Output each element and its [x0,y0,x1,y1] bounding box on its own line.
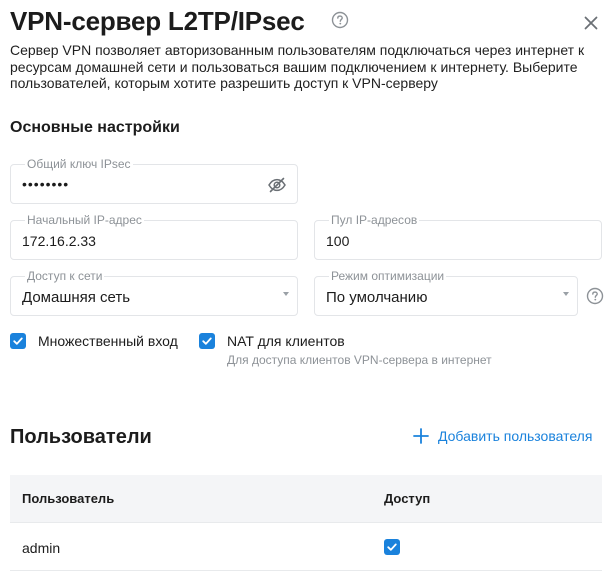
help-circle-icon[interactable] [586,287,604,305]
checkmark-icon [13,337,23,345]
psk-field[interactable]: Общий ключ IPsec •••••••• [10,157,298,204]
network-access-select[interactable]: Доступ к сети Домашняя сеть [10,269,298,316]
network-access-label: Доступ к сети [25,269,105,283]
multi-login-checkbox[interactable] [10,333,26,349]
ip-pool-label: Пул IP-адресов [329,213,420,227]
checkmark-icon [387,543,397,551]
table-row: admin [10,524,602,571]
add-user-button[interactable]: Добавить пользователя [413,428,592,444]
column-header-access: Доступ [384,491,431,506]
optimization-mode-value: По умолчанию [326,289,428,306]
chevron-down-icon [563,292,569,296]
user-access-checkbox[interactable] [384,539,400,555]
psk-value[interactable]: •••••••• [22,176,69,192]
ip-pool-field[interactable]: Пул IP-адресов 100 [314,213,602,260]
nat-hint: Для доступа клиентов VPN-сервера в интер… [227,353,492,367]
close-icon[interactable] [580,12,602,34]
eye-off-icon[interactable] [267,175,287,195]
multi-login-label: Множественный вход [38,333,178,349]
chevron-down-icon [283,292,289,296]
optimization-mode-select[interactable]: Режим оптимизации По умолчанию [314,269,578,316]
section-title-users: Пользователи [10,426,152,448]
add-user-label: Добавить пользователя [438,428,593,444]
plus-icon [413,428,429,444]
page-description: Сервер VPN позволяет авторизованным поль… [10,42,585,91]
user-name: admin [22,540,61,556]
network-access-value: Домашняя сеть [22,289,131,306]
start-ip-field[interactable]: Начальный IP-адрес 172.16.2.33 [10,213,298,260]
nat-checkbox[interactable] [199,333,215,349]
start-ip-value[interactable]: 172.16.2.33 [22,233,96,249]
ip-pool-value[interactable]: 100 [326,233,349,249]
optimization-mode-label: Режим оптимизации [329,269,447,283]
nat-label: NAT для клиентов [227,333,345,349]
column-header-user: Пользователь [22,491,115,506]
checkmark-icon [202,337,212,345]
section-title-basic: Основные настройки [10,119,180,136]
psk-label: Общий ключ IPsec [25,157,133,171]
users-table-header: Пользователь Доступ [10,475,602,523]
help-circle-icon[interactable] [331,11,349,29]
page-title: VPN-сервер L2TP/IPsec [10,6,305,36]
start-ip-label: Начальный IP-адрес [25,213,144,227]
